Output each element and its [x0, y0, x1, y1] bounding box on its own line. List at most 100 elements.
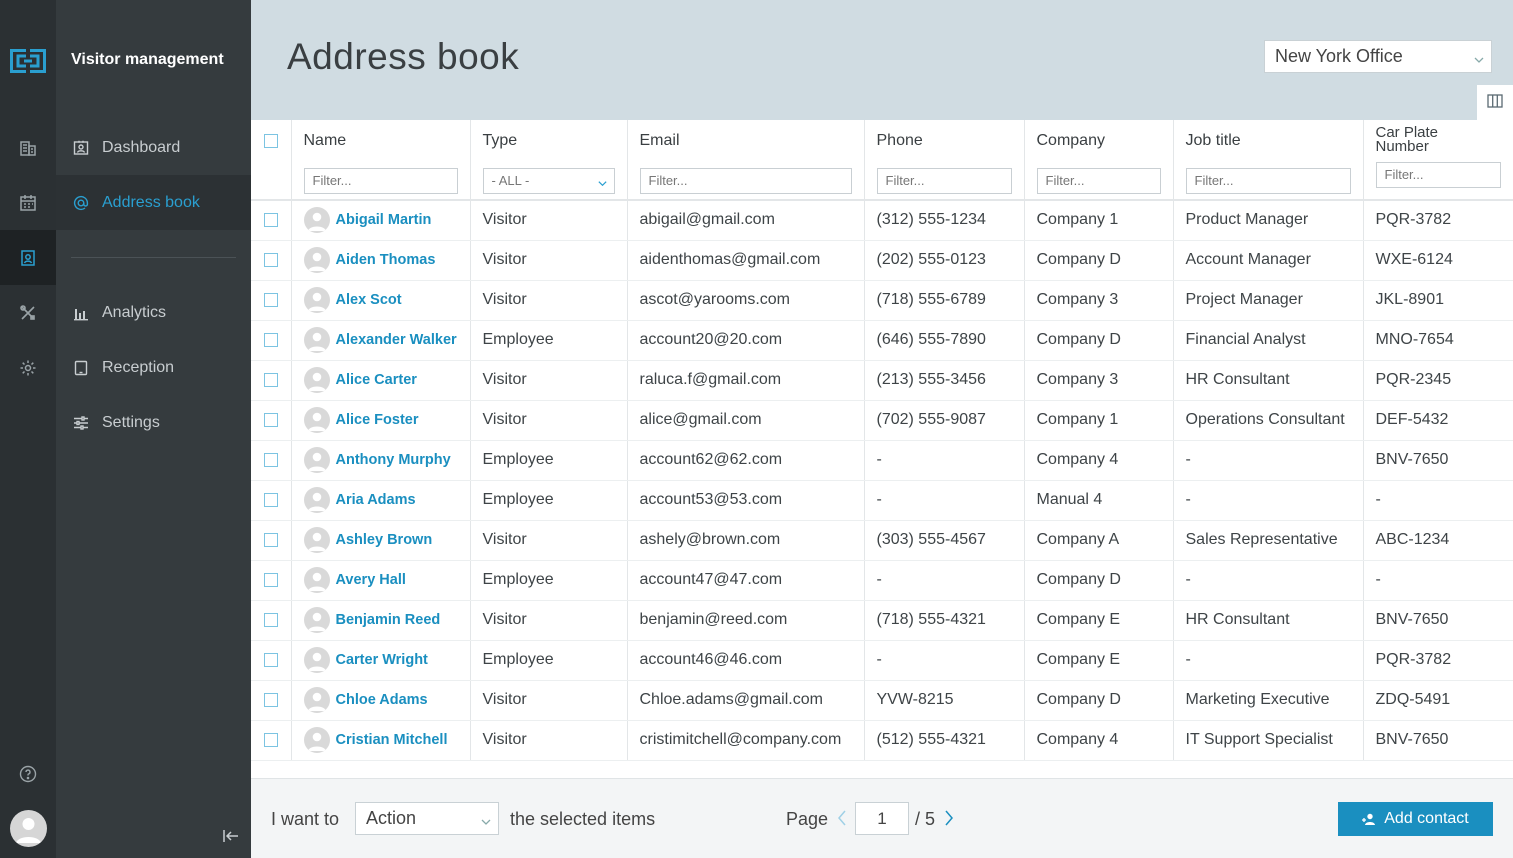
- contact-name-link[interactable]: Cristian Mitchell: [336, 732, 448, 748]
- email-filter-input[interactable]: Filter...: [639, 168, 852, 194]
- contact-name-link[interactable]: Carter Wright: [336, 652, 428, 668]
- name-cell: Alice Foster: [291, 400, 471, 441]
- visitor-badge-icon[interactable]: [0, 230, 56, 285]
- column-toggle-button[interactable]: [1477, 85, 1513, 120]
- car-plate-cell: JKL-8901: [1363, 280, 1513, 321]
- email-cell: ascot@yarooms.com: [627, 280, 865, 321]
- row-checkbox[interactable]: [263, 372, 278, 387]
- tools-icon[interactable]: [0, 285, 56, 340]
- avatar: [303, 207, 330, 234]
- company-cell: Company A: [1024, 520, 1174, 561]
- column-name: Name Filter...: [291, 120, 471, 201]
- select-all-checkbox[interactable]: [263, 134, 278, 148]
- add-contact-button[interactable]: Add contact: [1338, 802, 1493, 836]
- sidebar-item-reception[interactable]: Reception: [56, 340, 251, 395]
- type-filter-select[interactable]: - ALL -: [482, 168, 615, 194]
- table-row[interactable]: Chloe Adams Visitor Chloe.adams@gmail.com Y…: [251, 680, 1513, 721]
- previous-page-icon[interactable]: [835, 808, 849, 828]
- table-row[interactable]: Benjamin Reed Visitor benjamin@reed.com (71…: [251, 600, 1513, 641]
- column-header[interactable]: Car Plate Number: [1376, 125, 1456, 158]
- company-filter-input[interactable]: Filter...: [1036, 168, 1161, 194]
- user-avatar[interactable]: [10, 810, 47, 847]
- car-plate-cell: PQR-3782: [1363, 200, 1513, 241]
- logo-icon: [10, 49, 46, 73]
- row-checkbox[interactable]: [263, 652, 278, 667]
- table-row[interactable]: Alex Scot Visitor ascot@yarooms.com (718) 5…: [251, 280, 1513, 321]
- table-row[interactable]: Alice Carter Visitor raluca.f@gmail.com (21…: [251, 360, 1513, 401]
- bulk-action-select[interactable]: Action: [355, 802, 499, 835]
- row-checkbox[interactable]: [263, 292, 278, 307]
- contact-name-link[interactable]: Abigail Martin: [336, 212, 432, 228]
- contact-name-link[interactable]: Ashley Brown: [336, 532, 433, 548]
- table-row[interactable]: Alice Foster Visitor alice@gmail.com (702) …: [251, 400, 1513, 441]
- table-row[interactable]: Cristian Mitchell Visitor cristimitchell@c…: [251, 720, 1513, 761]
- table-row[interactable]: Alexander Walker Employee account20@20.com…: [251, 320, 1513, 361]
- table-row[interactable]: Abigail Martin Visitor abigail@gmail.com (3…: [251, 200, 1513, 241]
- email-cell: alice@gmail.com: [627, 400, 865, 441]
- phone-cell: (718) 555-4321: [864, 600, 1025, 641]
- table-row[interactable]: Carter Wright Employee account46@46.com - Co…: [251, 640, 1513, 681]
- company-cell: Company E: [1024, 640, 1174, 681]
- bulk-action-suffix: the selected items: [510, 809, 656, 829]
- car-plate-filter-input[interactable]: Filter...: [1375, 162, 1501, 188]
- gear-icon[interactable]: [0, 340, 56, 395]
- select-all-cell: [251, 120, 292, 201]
- column-header[interactable]: Phone: [877, 132, 1012, 164]
- column-header[interactable]: Email: [640, 132, 852, 164]
- table-row[interactable]: Aria Adams Employee account53@53.com - Manua…: [251, 480, 1513, 521]
- calendar-icon[interactable]: [0, 175, 56, 230]
- sidebar-item-analytics[interactable]: Analytics: [56, 285, 251, 340]
- name-cell: Alex Scot: [291, 280, 471, 321]
- column-header[interactable]: Type: [483, 132, 615, 164]
- office-select[interactable]: New York Office: [1264, 40, 1492, 73]
- column-header[interactable]: Name: [304, 132, 458, 164]
- job-title-cell: Project Manager: [1173, 280, 1364, 321]
- contact-name-link[interactable]: Chloe Adams: [336, 692, 428, 708]
- avatar: [303, 407, 330, 433]
- collapse-sidebar-icon[interactable]: [222, 828, 240, 848]
- row-checkbox[interactable]: [263, 572, 278, 587]
- column-header[interactable]: Job title: [1186, 132, 1351, 164]
- name-cell: Aiden Thomas: [291, 240, 471, 281]
- email-cell: benjamin@reed.com: [627, 600, 865, 641]
- contact-name-link[interactable]: Benjamin Reed: [336, 612, 441, 628]
- contact-name-link[interactable]: Alice Foster: [336, 412, 419, 428]
- job-title-filter-input[interactable]: Filter...: [1185, 168, 1351, 194]
- car-plate-cell: BNV-7650: [1363, 440, 1513, 481]
- row-checkbox[interactable]: [263, 612, 278, 627]
- sidebar-item-settings[interactable]: Settings: [56, 395, 251, 450]
- help-icon[interactable]: [0, 746, 56, 801]
- row-checkbox[interactable]: [263, 692, 278, 707]
- row-checkbox[interactable]: [263, 732, 278, 747]
- row-checkbox[interactable]: [263, 452, 278, 467]
- row-checkbox[interactable]: [263, 252, 278, 267]
- contact-name-link[interactable]: Aiden Thomas: [336, 252, 436, 268]
- name-filter-input[interactable]: Filter...: [303, 168, 458, 194]
- sidebar-item-dashboard[interactable]: Dashboard: [56, 120, 251, 175]
- next-page-icon[interactable]: [942, 808, 956, 828]
- bulk-action-value: Action: [366, 808, 417, 828]
- page-number-input[interactable]: 1: [855, 802, 909, 835]
- row-checkbox[interactable]: [263, 492, 278, 507]
- table-row[interactable]: Ashley Brown Visitor ashely@brown.com (303)…: [251, 520, 1513, 561]
- building-icon[interactable]: [0, 120, 56, 175]
- table-row[interactable]: Aiden Thomas Visitor aidenthomas@gmail.com…: [251, 240, 1513, 281]
- contact-name-link[interactable]: Avery Hall: [336, 572, 406, 588]
- row-checkbox[interactable]: [263, 412, 278, 427]
- row-checkbox[interactable]: [263, 332, 278, 347]
- table-row[interactable]: Avery Hall Employee account47@47.com - Compa…: [251, 560, 1513, 601]
- table-row[interactable]: Anthony Murphy Employee account62@62.com - C…: [251, 440, 1513, 481]
- phone-cell: (512) 555-4321: [864, 720, 1025, 761]
- contact-name-link[interactable]: Anthony Murphy: [336, 452, 451, 468]
- car-plate-cell: BNV-7650: [1363, 720, 1513, 761]
- row-checkbox[interactable]: [263, 213, 278, 228]
- column-header[interactable]: Company: [1037, 132, 1161, 164]
- tablet-icon: [72, 359, 90, 377]
- phone-filter-input[interactable]: Filter...: [876, 168, 1012, 194]
- row-checkbox[interactable]: [263, 532, 278, 547]
- contact-name-link[interactable]: Alex Scot: [336, 292, 402, 308]
- sidebar-item-address-book[interactable]: Address book: [56, 175, 251, 230]
- contact-name-link[interactable]: Alexander Walker: [336, 332, 457, 348]
- contact-name-link[interactable]: Aria Adams: [336, 492, 416, 508]
- contact-name-link[interactable]: Alice Carter: [336, 372, 417, 388]
